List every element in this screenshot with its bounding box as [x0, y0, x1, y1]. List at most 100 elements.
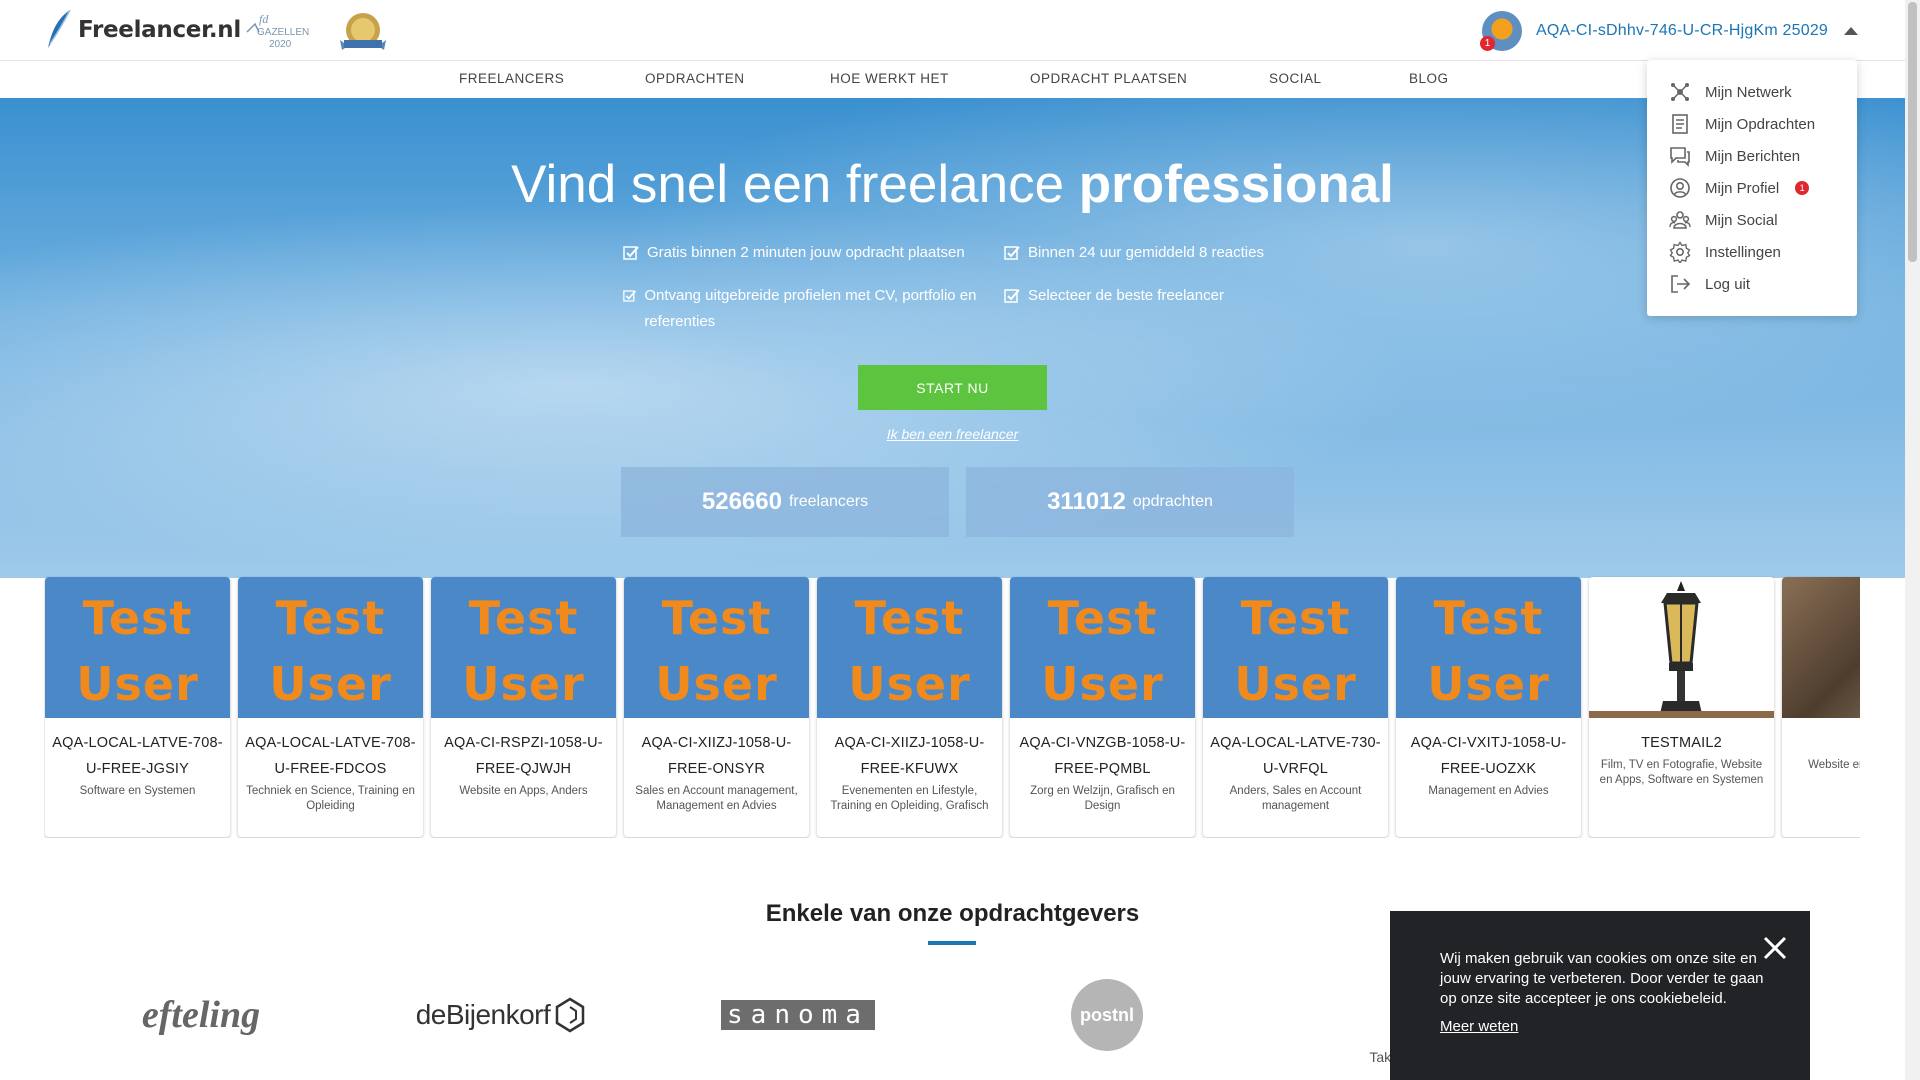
placeholder-text: User — [1234, 657, 1357, 711]
placeholder-text: Test — [1433, 591, 1544, 645]
hero-title-bold: professional — [1078, 155, 1394, 214]
benefit-item: Ontvang uitgebreide profielen met CV, po… — [623, 283, 983, 335]
menu-item-log-uit[interactable]: Log uit — [1669, 271, 1750, 297]
stat-opdrachten: 311012 opdrachten — [966, 467, 1294, 537]
placeholder-text: Test — [1047, 591, 1158, 645]
freelancer-category: Techniek en Science, Training en Opleidi… — [246, 785, 415, 812]
hero-title: Vind snel een freelance professional — [0, 154, 1905, 215]
client-logo-bijenkorf: deBijenkorf — [412, 975, 590, 1055]
hexagon-icon — [556, 997, 585, 1033]
freelancer-name[interactable]: AQA-CI-VNZGB-1058-U-FREE-PQMBL — [1010, 730, 1195, 782]
profile-photo: Test User — [1396, 577, 1581, 718]
document-icon — [1672, 114, 1688, 134]
gazellen-award-badge: fd GAZELLEN 2020 — [246, 12, 309, 50]
profile-photo: Test User — [624, 577, 809, 718]
placeholder-text: Test — [468, 591, 579, 645]
hero-title-plain: Vind snel een freelance — [511, 155, 1079, 214]
freelancer-card[interactable]: Test User AQA-CI-VNZGB-1058-U-FREE-PQMBL… — [1010, 577, 1195, 837]
network-icon — [1671, 83, 1689, 101]
menu-item-label: Mijn Social — [1705, 211, 1778, 229]
freelancer-card[interactable]: TESTMAIL2 Film, TV en Fotografie, Websit… — [1589, 577, 1774, 837]
benefit-item: Selecteer de beste freelancer — [1004, 283, 1304, 309]
profile-icon — [1670, 178, 1690, 198]
i-am-freelancer-link[interactable]: Ik ben een freelancer — [0, 426, 1905, 442]
stat-number: 526660 — [701, 488, 782, 515]
freelancer-card[interactable]: Test User AQA-CI-VXITJ-1058-U-FREE-UOZXK… — [1396, 577, 1581, 837]
menu-item-mijn-berichten[interactable]: Mijn Berichten — [1669, 143, 1800, 169]
freelancer-category: Management en Advies — [1428, 785, 1549, 797]
freelancer-card[interactable]: Test User AQA-CI-RSPZI-1058-U-FREE-QJWJH… — [431, 577, 616, 837]
benefit-text: Selecteer de beste freelancer — [1028, 287, 1224, 304]
freelancer-card[interactable]: Test User AQA-LOCAL-LATVE-708-U-FREE-FDC… — [238, 577, 423, 837]
freelancer-category: Sales en Account management, Management … — [635, 785, 798, 812]
avatar[interactable]: 1 — [1480, 11, 1522, 51]
freelancer-category: Website en A... Fotograf... — [1808, 759, 1860, 771]
benefit-item: Gratis binnen 2 minuten jouw opdracht pl… — [623, 240, 983, 266]
site-logo[interactable]: Freelancer.nl — [44, 8, 241, 52]
nav-freelancers[interactable]: FREELANCERS — [459, 71, 564, 86]
scrollbar-thumb[interactable] — [1908, 2, 1917, 262]
freelancer-card[interactable]: Test User AQA-CI-XIIZJ-1058-U-FREE-KFUWX… — [817, 577, 1002, 837]
freelancer-name[interactable]: AQA-LOCAL-LATVE-708-U-FREE-FDCOS — [238, 730, 423, 782]
nav-blog[interactable]: BLOG — [1409, 71, 1449, 86]
cookie-text: Wij maken gebruik van cookies om onze si… — [1440, 950, 1764, 1007]
freelancer-name[interactable]: T — [1782, 730, 1860, 756]
profile-photo: Test User — [238, 577, 423, 718]
user-dropdown-menu: Mijn Netwerk Mijn Opdrachten Mijn Berich… — [1647, 60, 1857, 316]
client-logo-postnl: postnl — [1070, 975, 1144, 1055]
bijenkorf-logo-text: deBijenkorf — [415, 999, 551, 1030]
postnl-logo-text: postnl — [1071, 979, 1143, 1051]
stat-number: 311012 — [1047, 488, 1126, 515]
feather-icon — [48, 9, 71, 48]
logo-text: Freelancer.nl — [78, 17, 241, 43]
menu-item-label: Log uit — [1705, 275, 1751, 293]
page-scrollbar[interactable] — [1905, 0, 1920, 1080]
menu-item-label: Mijn Berichten — [1705, 147, 1801, 165]
freelancer-name[interactable]: AQA-CI-RSPZI-1058-U-FREE-QJWJH — [431, 730, 616, 782]
menu-item-label: Mijn Opdrachten — [1705, 115, 1816, 133]
nav-social[interactable]: SOCIAL — [1269, 71, 1322, 86]
cookie-banner: Wij maken gebruik van cookies om onze si… — [1390, 911, 1810, 1080]
start-now-button[interactable]: START NU — [858, 365, 1047, 410]
cookie-more-link[interactable]: Meer weten — [1440, 1018, 1518, 1035]
profile-photo: Test User — [45, 577, 230, 718]
user-name[interactable]: AQA-CI-sDhhv-746-U-CR-HjgKm 25029 — [1536, 22, 1828, 40]
title-underline — [928, 941, 976, 945]
menu-item-mijn-opdrachten[interactable]: Mijn Opdrachten — [1669, 111, 1815, 137]
messages-icon — [1670, 147, 1690, 167]
nav-opdrachten[interactable]: OPDRACHTEN — [645, 71, 745, 86]
freelancer-card[interactable]: T Website en A... Fotograf... — [1782, 577, 1860, 837]
freelancer-card[interactable]: Test User AQA-LOCAL-LATVE-730-U-VRFQL An… — [1203, 577, 1388, 837]
placeholder-text: User — [1427, 657, 1550, 711]
nav-hoe-werkt-het[interactable]: HOE WERKT HET — [830, 71, 949, 86]
profile-photo: Test User — [817, 577, 1002, 718]
freelancer-name[interactable]: AQA-LOCAL-LATVE-708-U-FREE-JGSIY — [45, 730, 230, 782]
main-nav: FREELANCERS OPDRACHTEN HOE WERKT HET OPD… — [0, 61, 1905, 98]
freelancer-card[interactable]: Test User AQA-CI-XIIZJ-1058-U-FREE-ONSYR… — [624, 577, 809, 837]
svg-text:2020: 2020 — [269, 39, 292, 50]
freelancer-category: Zorg en Welzijn, Grafisch en Design — [1030, 785, 1175, 812]
freelancer-name[interactable]: TESTMAIL2 — [1589, 730, 1774, 756]
checkbox-check-icon — [623, 290, 637, 302]
freelancer-name[interactable]: AQA-LOCAL-LATVE-730-U-VRFQL — [1203, 730, 1388, 782]
freelancer-name[interactable]: AQA-CI-VXITJ-1058-U-FREE-UOZXK — [1396, 730, 1581, 782]
caret-up-icon[interactable] — [1844, 27, 1859, 35]
menu-item-mijn-netwerk[interactable]: Mijn Netwerk — [1669, 79, 1792, 105]
notification-badge: 1 — [1795, 181, 1810, 195]
freelancer-name[interactable]: AQA-CI-XIIZJ-1058-U-FREE-KFUWX — [817, 730, 1002, 782]
freelancer-category: Website en Apps, Anders — [459, 785, 588, 797]
freelancer-carousel[interactable]: Test User AQA-LOCAL-LATVE-708-U-FREE-JGS… — [44, 576, 1860, 838]
freelancer-category: Film, TV en Fotografie, Website en Apps,… — [1599, 759, 1764, 786]
menu-item-label: Mijn Profiel — [1705, 179, 1780, 197]
user-menu-toggle[interactable]: 1 AQA-CI-sDhhv-746-U-CR-HjgKm 25029 — [1480, 11, 1859, 51]
freelancer-name[interactable]: AQA-CI-XIIZJ-1058-U-FREE-ONSYR — [624, 730, 809, 782]
menu-item-mijn-social[interactable]: Mijn Social — [1669, 207, 1778, 233]
notification-badge: 1 — [1480, 36, 1495, 51]
profile-photo: Test User — [431, 577, 616, 718]
placeholder-text: Test — [661, 591, 772, 645]
freelancer-card[interactable]: Test User AQA-LOCAL-LATVE-708-U-FREE-JGS… — [45, 577, 230, 837]
client-logo-sanoma: sanoma — [713, 975, 883, 1055]
menu-item-instellingen[interactable]: Instellingen — [1669, 239, 1781, 265]
nav-opdracht-plaatsen[interactable]: OPDRACHT PLAATSEN — [1030, 71, 1187, 86]
menu-item-mijn-profiel[interactable]: Mijn Profiel 1 — [1669, 175, 1810, 201]
